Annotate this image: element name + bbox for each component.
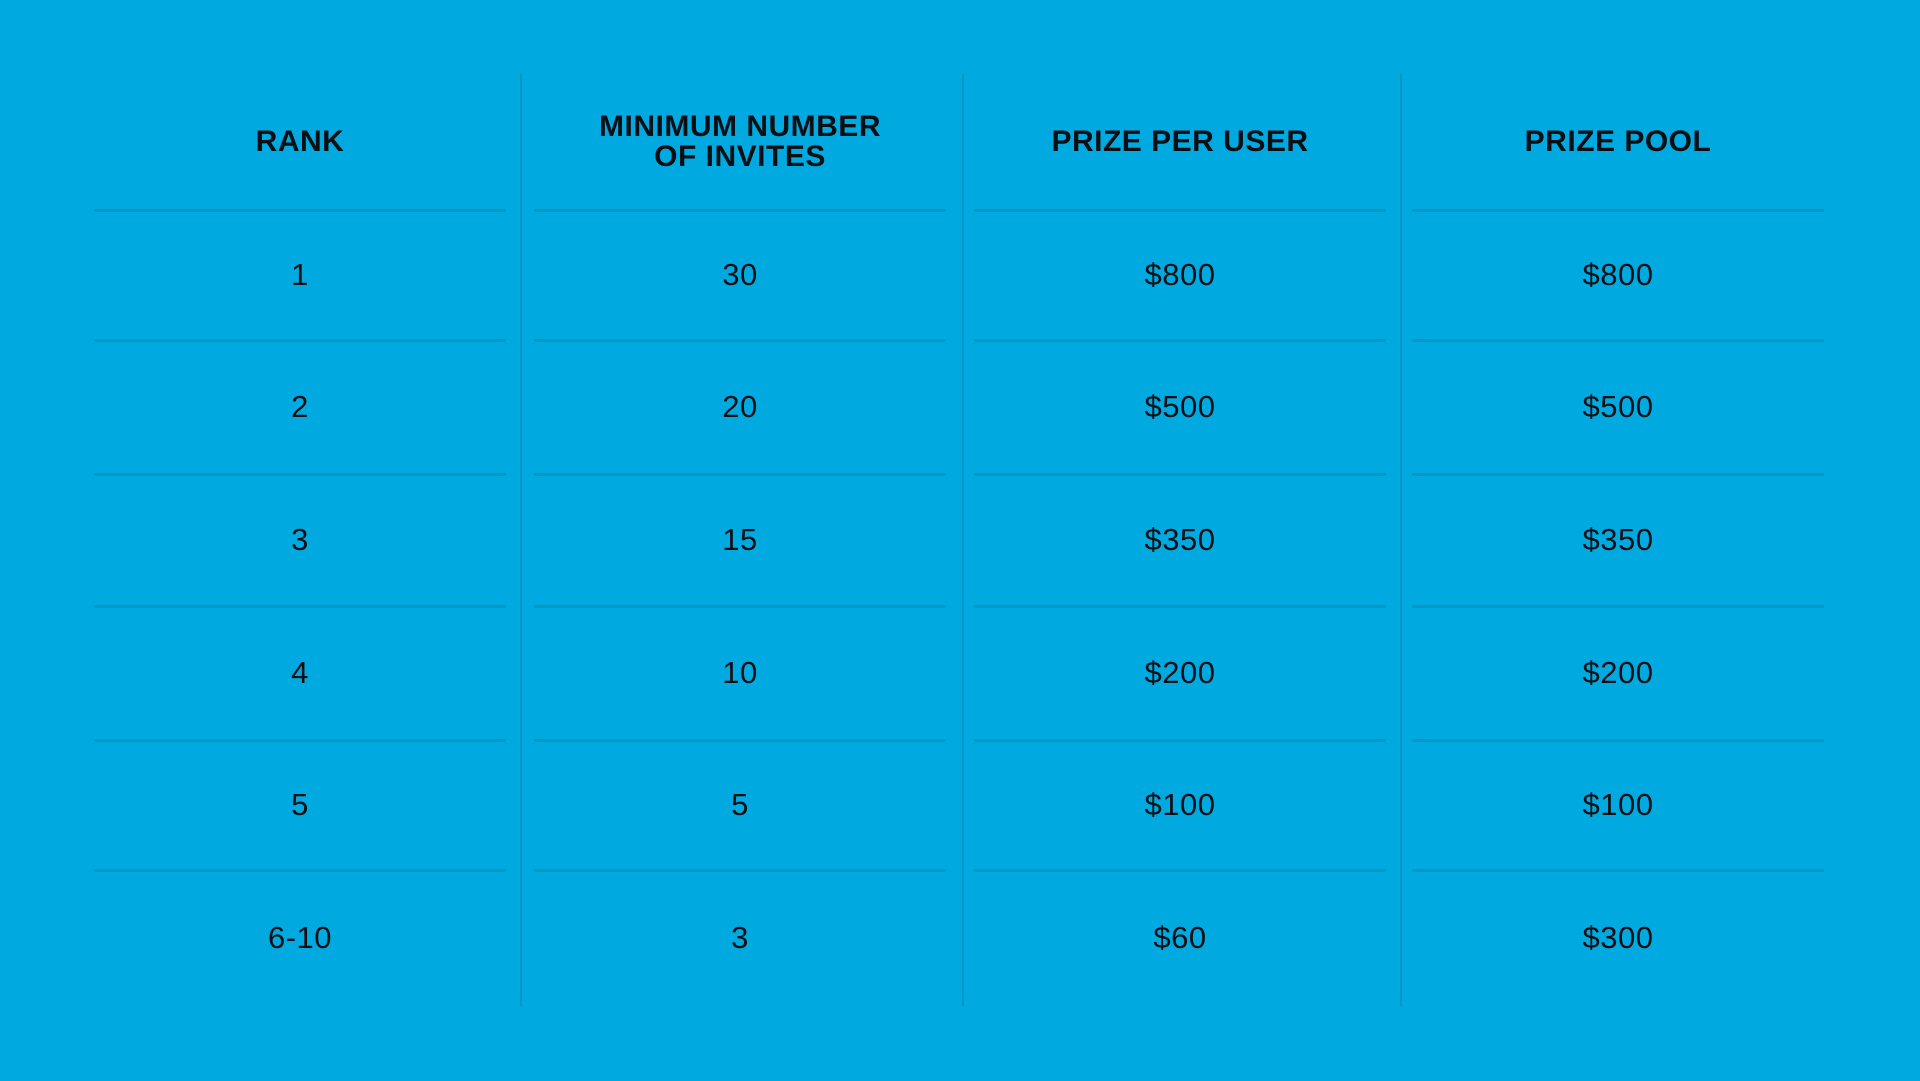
table-cell-min-invites: 10 — [722, 655, 758, 690]
table-cell-min-invites: 20 — [722, 389, 758, 424]
column-rank: RANK 1 2 3 4 5 6-10 — [94, 74, 506, 1006]
table-cell-min-invites: 15 — [722, 522, 758, 557]
table-cell-prize-pool: $350 — [1582, 522, 1654, 557]
header-rank: RANK — [255, 125, 345, 158]
table-cell-prize-pool: $500 — [1582, 389, 1654, 424]
column-min-invites: MINIMUM NUMBER OF INVITES 30 20 15 10 5 … — [534, 74, 946, 1006]
table-cell-prize-pool: $800 — [1582, 257, 1654, 292]
table-cell-prize-pool: $200 — [1582, 655, 1654, 690]
header-min-invites: MINIMUM NUMBER OF INVITES — [599, 110, 881, 173]
prize-table: RANK 1 2 3 4 5 6-10 MINIMUM NUMBER OF IN… — [94, 74, 1825, 1006]
table-cell-min-invites: 30 — [722, 257, 758, 292]
table-cell-min-invites: 3 — [731, 920, 749, 955]
table-cell-prize-per-user: $200 — [1144, 655, 1216, 690]
table-cell-prize-per-user: $60 — [1153, 920, 1207, 955]
table-cell-min-invites: 5 — [731, 787, 749, 822]
column-divider — [962, 74, 964, 1006]
column-prize-per-user: PRIZE PER USER $800 $500 $350 $200 $100 … — [974, 74, 1386, 1006]
table-cell-rank: 2 — [291, 389, 309, 424]
table-cell-prize-pool: $300 — [1582, 920, 1654, 955]
header-prize-pool: PRIZE POOL — [1524, 125, 1712, 158]
table-cell-prize-pool: $100 — [1582, 787, 1654, 822]
table-cell-rank: 6-10 — [267, 920, 333, 955]
table-cell-prize-per-user: $800 — [1144, 257, 1216, 292]
table-cell-prize-per-user: $350 — [1144, 522, 1216, 557]
table-cell-prize-per-user: $100 — [1144, 787, 1216, 822]
column-divider — [520, 74, 522, 1006]
table-cell-rank: 4 — [291, 655, 309, 690]
column-prize-pool: PRIZE POOL $800 $500 $350 $200 $100 $300 — [1412, 74, 1824, 1006]
header-prize-per-user: PRIZE PER USER — [1051, 125, 1309, 158]
table-cell-rank: 3 — [291, 522, 309, 557]
table-cell-rank: 1 — [291, 257, 309, 292]
table-cell-prize-per-user: $500 — [1144, 389, 1216, 424]
column-divider — [1400, 74, 1402, 1006]
table-cell-rank: 5 — [291, 787, 309, 822]
